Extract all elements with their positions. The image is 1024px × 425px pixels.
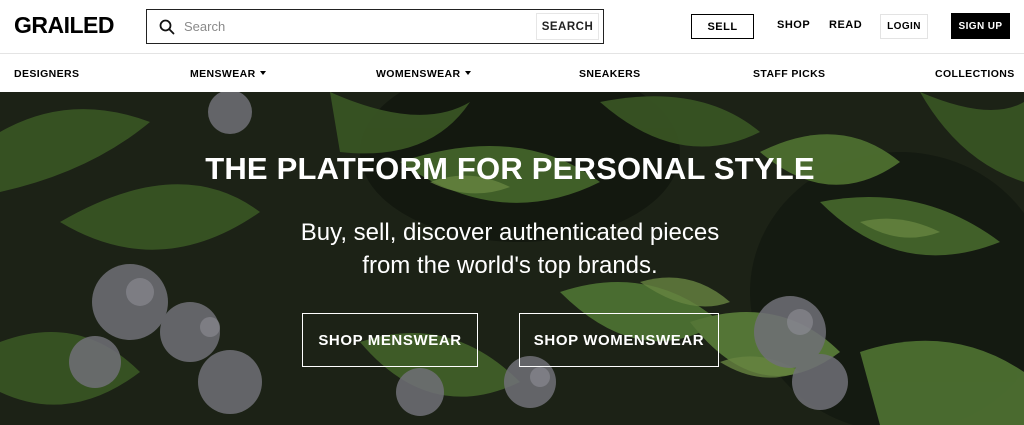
shop-womenswear-button[interactable]: SHOP WOMENSWEAR [519,313,719,367]
nav-womenswear[interactable]: WOMENSWEAR [376,68,471,80]
nav-staff-picks[interactable]: STAFF PICKS [753,68,825,80]
site-header: GRAILED SEARCH SELL SHOP READ LOGIN SIGN… [0,0,1024,54]
search-icon[interactable] [159,19,175,35]
hero-subtitle-line2: from the world's top brands. [362,252,658,279]
search-input[interactable] [184,15,564,38]
category-nav: DESIGNERS MENSWEAR WOMENSWEAR SNEAKERS S… [0,55,1024,92]
hero-title: THE PLATFORM FOR PERSONAL STYLE [205,151,815,186]
nav-collections[interactable]: COLLECTIONS [935,68,1015,80]
nav-designers-label: DESIGNERS [14,68,80,80]
search-bar: SEARCH [146,9,604,44]
signup-button[interactable]: SIGN UP [951,13,1010,39]
search-button[interactable]: SEARCH [536,13,599,40]
nav-menswear[interactable]: MENSWEAR [190,68,266,80]
grailed-logo[interactable]: GRAILED [14,12,115,39]
nav-sneakers-label: SNEAKERS [579,68,641,80]
nav-sneakers[interactable]: SNEAKERS [579,68,641,80]
hero-banner: THE PLATFORM FOR PERSONAL STYLE Buy, sel… [0,92,1024,425]
nav-womenswear-label: WOMENSWEAR [376,68,461,80]
read-link[interactable]: READ [829,19,862,31]
chevron-down-icon [259,71,266,75]
shop-link[interactable]: SHOP [777,19,810,31]
nav-designers[interactable]: DESIGNERS [14,68,79,80]
nav-menswear-label: MENSWEAR [190,68,256,80]
shop-menswear-button[interactable]: SHOP MENSWEAR [302,313,478,367]
chevron-down-icon [464,71,471,75]
hero-subtitle-line1: Buy, sell, discover authenticated pieces [300,219,720,246]
nav-staff-picks-label: STAFF PICKS [753,68,826,80]
login-button[interactable]: LOGIN [880,14,928,39]
nav-collections-label: COLLECTIONS [935,68,1015,80]
hero-subtitle: Buy, sell, discover authenticated pieces… [0,216,1020,282]
sell-button[interactable]: SELL [691,14,754,39]
